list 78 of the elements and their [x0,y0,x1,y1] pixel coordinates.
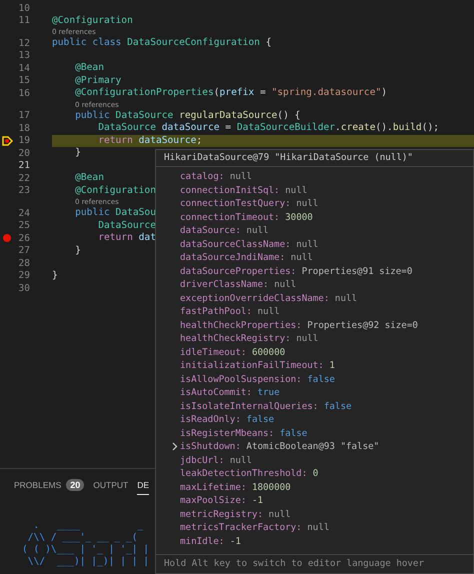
code-text: public class DataSourceConfiguration { [52,37,272,50]
variable-row[interactable]: catalog: null [164,170,252,184]
terminal-line: . ____ _ [32,520,144,532]
variable-row[interactable]: isShutdown: AtomicBoolean@93 "false" [164,440,380,454]
hover-hint: Hold Alt key to switch to editor language hover [156,554,473,573]
code-text: } [52,270,58,282]
variable-row[interactable]: dataSource: null [164,224,269,238]
line-number: 22 [18,172,30,184]
code-text: @Configuration [52,14,133,27]
variable-row[interactable]: dataSourceClassName: null [164,238,318,251]
hover-title: HikariDataSource@79 "HikariDataSource (null)" [156,150,473,167]
terminal-line: \\/ ___)| |_)| | | | [26,556,150,568]
terminal-line: /\\ / ___'_ __ _ _( [26,532,138,544]
line-number: 13 [18,50,30,62]
line-number: 14 [18,62,30,74]
variable-row[interactable]: leakDetectionThreshold: 0 [164,467,318,480]
line-number: 18 [18,122,30,134]
variable-row[interactable]: dataSourceJndiName: null [164,251,313,264]
code-text: } [74,147,81,160]
panel-tab[interactable]: PROBLEMS 20 [14,479,84,496]
terminal-line: ( ( )\___ | '_ | '_| | [22,544,150,556]
count-badge: 20 [66,479,84,491]
line-number: 30 [18,282,30,294]
line-number: 21 [18,160,30,172]
variable-row[interactable]: isIsolateInternalQueries: false [164,400,352,413]
variable-row[interactable]: fastPathPool: null [164,305,280,318]
variable-row[interactable]: connectionTimeout: 30000 [164,210,313,224]
variable-row[interactable]: idleTimeout: 600000 [164,346,286,359]
variable-row[interactable]: maxPoolSize: -1 [164,494,264,508]
line-number: 29 [18,270,30,282]
variable-row[interactable]: healthCheckRegistry: null [164,332,318,346]
code-text: return dat [97,232,156,244]
variable-row[interactable]: initializationFailTimeout: 1 [164,359,335,372]
line-number: 15 [18,75,30,86]
line-number: 24 [18,208,30,219]
line-number: 28 [18,258,30,269]
code-text: @Primary [74,74,122,87]
variable-row[interactable]: isReadOnly: false [164,413,274,426]
breakpoint-dot[interactable] [3,234,11,242]
line-number: 25 [18,220,30,232]
line-number: 19 [18,135,30,146]
variable-row[interactable]: jdbcUrl: null [164,454,252,467]
variable-row[interactable]: isAutoCommit: true [164,386,280,400]
chevron-icon[interactable] [170,442,179,452]
line-number: 26 [18,232,30,244]
variable-row[interactable]: driverClassName: null [164,278,296,292]
code-text: public DataSou [74,207,156,220]
line-number: 20 [18,148,30,159]
line-number: 27 [18,245,30,256]
line-number: 23 [18,185,30,196]
code-text: @ConfigurationProperties(prefix = "spring.datasource") [74,87,388,100]
variable-row[interactable]: isAllowPoolSuspension: false [164,372,335,386]
code-text: public DataSource regularDataSource() { [74,110,300,122]
line-number: 12 [18,38,30,49]
code-text: @Configuration [74,184,156,197]
code-text: DataSource dataSource = DataSourceBuilder.create().build(); [97,122,440,134]
variable-row[interactable]: healthCheckProperties: Properties@92 size=0 [164,318,418,332]
code-text: @Bean [74,62,104,74]
variable-row[interactable]: maxLifetime: 1800000 [164,480,291,494]
variable-row[interactable]: connectionTestQuery: null [164,197,318,210]
variable-row[interactable]: metricRegistry: null [164,508,291,521]
line-number: 17 [18,110,30,122]
panel-tab[interactable]: OUTPUT [93,480,128,495]
variable-row[interactable]: minIdle: -1 [164,534,241,548]
variable-row[interactable]: exceptionOverrideClassName: null [164,292,358,305]
current-line-arrow-icon [2,136,13,146]
code-text: } [74,244,81,257]
line-number: 11 [18,15,30,26]
variable-row[interactable]: connectionInitSql: null [164,184,308,197]
line-number: 16 [18,88,30,99]
code-text: DataSource [97,220,156,232]
panel-tab[interactable]: DE [137,480,150,495]
variable-row[interactable]: isRegisterMbeans: false [164,426,308,440]
code-text: return dataSource; [97,134,202,147]
code-text: @Bean [74,172,104,184]
variable-row[interactable]: dataSourceProperties: Properties@91 size=0 [164,264,412,278]
line-number: 10 [18,2,30,14]
variable-row[interactable]: metricsTrackerFactory: null [164,521,330,534]
